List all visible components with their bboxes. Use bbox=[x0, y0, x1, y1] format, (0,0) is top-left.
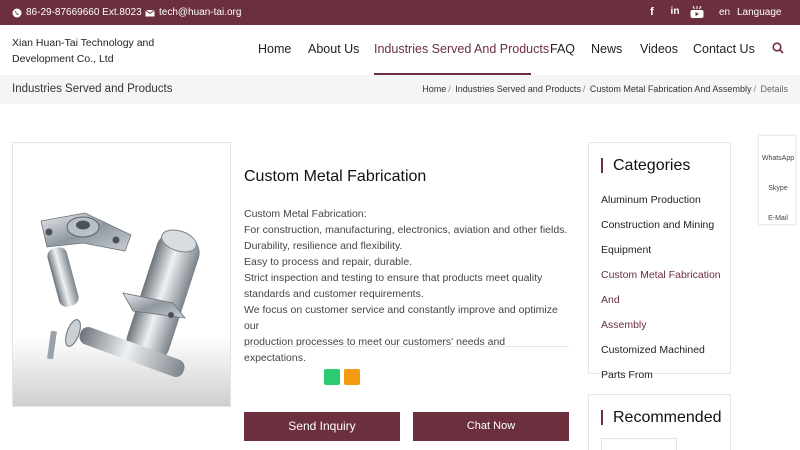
breadcrumb-bar: Industries Served and Products Home / Ind… bbox=[0, 75, 800, 104]
nav-home[interactable]: Home bbox=[258, 42, 291, 56]
recommended-title: Recommended bbox=[601, 410, 722, 426]
nav-news[interactable]: News bbox=[591, 42, 622, 56]
recommended-thumbnail[interactable] bbox=[601, 438, 677, 450]
float-email[interactable]: E-Mail bbox=[759, 215, 797, 222]
share-button-green[interactable] bbox=[324, 369, 340, 385]
category-custom-metal-fabrication[interactable]: Custom Metal Fabrication And bbox=[601, 263, 726, 313]
linkedin-icon[interactable]: in bbox=[669, 6, 681, 18]
top-bar: 86-29-87669660 Ext.8023 tech@huan-tai.or… bbox=[0, 0, 800, 25]
section-title: Industries Served and Products bbox=[12, 83, 173, 95]
categories-title: Categories bbox=[601, 158, 690, 174]
floating-contact-panel: WhatsApp Skype E-Mail bbox=[758, 135, 796, 225]
content-divider bbox=[244, 346, 569, 347]
breadcrumb-home[interactable]: Home bbox=[422, 84, 446, 94]
nav-industries-served-and-products[interactable]: Industries Served And Products bbox=[374, 42, 549, 56]
header: Xian Huan-Tai Technology and Development… bbox=[0, 25, 800, 75]
metal-parts-illustration bbox=[40, 212, 200, 378]
breadcrumb: Home / Industries Served and Products / Cu… bbox=[422, 84, 788, 94]
facebook-icon[interactable]: f bbox=[646, 6, 658, 18]
phone-contact[interactable]: 86-29-87669660 Ext.8023 bbox=[12, 0, 142, 25]
categories-panel: Categories Aluminum Production Construct… bbox=[588, 142, 731, 406]
phone-text: 86-29-87669660 Ext.8023 bbox=[26, 7, 142, 18]
breadcrumb-current: Details bbox=[760, 84, 788, 94]
language-selector[interactable]: Language bbox=[737, 0, 782, 25]
share-button-orange[interactable] bbox=[344, 369, 360, 385]
mail-icon bbox=[145, 9, 155, 16]
breadcrumb-industries[interactable]: Industries Served and Products bbox=[455, 84, 581, 94]
chat-now-button[interactable]: Chat Now bbox=[413, 412, 569, 441]
nav-about-us[interactable]: About Us bbox=[308, 42, 359, 56]
float-whatsapp[interactable]: WhatsApp bbox=[759, 155, 797, 162]
language-code[interactable]: en bbox=[719, 0, 730, 25]
nav-faq[interactable]: FAQ bbox=[550, 42, 575, 56]
category-construction-mining[interactable]: Construction and Mining bbox=[601, 213, 726, 238]
nav-videos[interactable]: Videos bbox=[640, 42, 678, 56]
product-image[interactable] bbox=[12, 142, 231, 407]
whatsapp-icon bbox=[12, 8, 22, 17]
recommended-panel: Recommended bbox=[588, 394, 731, 450]
category-aluminum-production[interactable]: Aluminum Production bbox=[601, 188, 726, 213]
category-construction-mining-cont[interactable]: Equipment bbox=[601, 238, 726, 263]
product-title: Custom Metal Fabrication bbox=[244, 168, 427, 185]
category-customized-machined-parts[interactable]: Customized Machined Parts From bbox=[601, 338, 726, 388]
category-list: Aluminum Production Construction and Min… bbox=[601, 188, 726, 413]
main-nav: Home About Us Industries Served And Prod… bbox=[0, 25, 800, 75]
send-inquiry-button[interactable]: Send Inquiry bbox=[244, 412, 400, 441]
email-text: tech@huan-tai.org bbox=[159, 7, 242, 18]
category-custom-metal-fabrication-cont[interactable]: Assembly bbox=[601, 313, 726, 338]
search-icon[interactable] bbox=[772, 42, 784, 54]
youtube-icon[interactable] bbox=[690, 6, 704, 18]
email-contact[interactable]: tech@huan-tai.org bbox=[145, 0, 241, 25]
nav-contact-us[interactable]: Contact Us bbox=[693, 42, 755, 56]
float-skype[interactable]: Skype bbox=[759, 185, 797, 192]
breadcrumb-category[interactable]: Custom Metal Fabrication And Assembly bbox=[590, 84, 752, 94]
product-description: Custom Metal Fabrication: For constructi… bbox=[244, 208, 568, 364]
